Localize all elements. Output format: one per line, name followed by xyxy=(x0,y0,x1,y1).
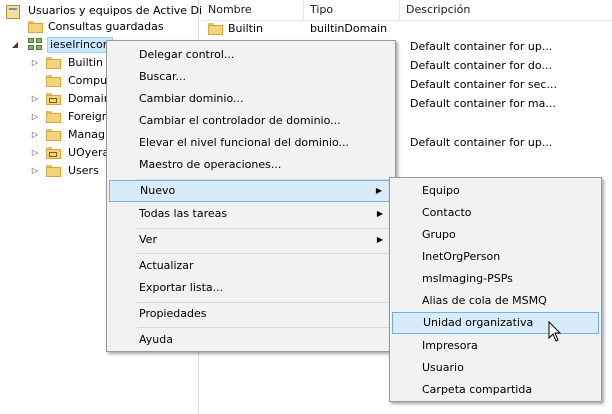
column-header-description[interactable]: Descripción xyxy=(400,0,608,20)
submenu-item-group[interactable]: Grupo xyxy=(392,224,599,246)
expand-arrow-icon[interactable]: ▷ xyxy=(30,108,40,126)
cell-description: Default container for do... xyxy=(410,59,552,72)
submenu-item-shared-folder[interactable]: Carpeta compartida xyxy=(392,379,599,401)
menu-separator xyxy=(137,327,391,328)
menu-item-help[interactable]: Ayuda xyxy=(109,329,393,351)
tree-item-label: Users xyxy=(68,164,99,177)
submenu-item-msmq-queue-alias[interactable]: Alias de cola de MSMQ xyxy=(392,290,599,312)
cell-description: Default container for up... xyxy=(410,136,553,149)
submenu-arrow-icon: ▶ xyxy=(375,186,382,195)
column-header-type[interactable]: Tipo xyxy=(304,0,400,20)
folder-icon xyxy=(46,165,61,177)
ou-folder-icon xyxy=(46,147,61,159)
console-root-icon xyxy=(6,5,20,19)
menu-item-all-tasks[interactable]: Todas las tareas ▶ xyxy=(109,203,393,225)
tree-item-label: ieselrincon xyxy=(47,37,113,53)
folder-icon xyxy=(208,23,223,35)
cell-description: Default container for sec... xyxy=(410,78,557,91)
menu-item-view[interactable]: Ver ▶ xyxy=(109,229,393,251)
submenu-item-inetorgperson[interactable]: InetOrgPerson xyxy=(392,246,599,268)
menu-item-label: Todas las tareas xyxy=(139,207,228,220)
menu-item-label: Nuevo xyxy=(140,184,176,197)
menu-item-raise-functional-level[interactable]: Elevar el nivel funcional del dominio... xyxy=(109,132,393,154)
tree-item-label: UOyera xyxy=(68,146,110,159)
expand-arrow-icon[interactable]: ▷ xyxy=(30,144,40,162)
submenu-item-user[interactable]: Usuario xyxy=(392,357,599,379)
submenu-arrow-icon: ▶ xyxy=(376,209,383,218)
submenu-arrow-icon: ▶ xyxy=(376,235,383,244)
tree-item-label: Manag xyxy=(68,128,105,141)
domain-icon xyxy=(28,38,43,52)
cell-description: Default container for ma... xyxy=(410,97,556,110)
submenu-item-organizational-unit[interactable]: Unidad organizativa xyxy=(392,312,599,334)
cell-name: Builtin xyxy=(228,22,263,35)
column-header-name[interactable]: Nombre xyxy=(202,0,304,20)
menu-item-delegate-control[interactable]: Delegar control... xyxy=(109,44,393,66)
menu-item-find[interactable]: Buscar... xyxy=(109,66,393,88)
folder-icon xyxy=(46,75,61,87)
folder-icon xyxy=(46,111,61,123)
menu-item-new[interactable]: Nuevo ▶ xyxy=(109,180,393,202)
submenu-item-contact[interactable]: Contacto xyxy=(392,202,599,224)
menu-item-properties[interactable]: Propiedades xyxy=(109,303,393,325)
expand-arrow-icon[interactable]: ▷ xyxy=(30,126,40,144)
cell-type: builtinDomain xyxy=(310,22,388,35)
submenu-item-printer[interactable]: Impresora xyxy=(392,335,599,357)
collapse-arrow-icon[interactable]: ◢ xyxy=(10,36,20,54)
new-submenu: Equipo Contacto Grupo InetOrgPerson msIm… xyxy=(389,177,602,402)
tree-item-label: Domain xyxy=(68,92,111,105)
expand-arrow-icon[interactable]: ▷ xyxy=(30,162,40,180)
list-header: Nombre Tipo Descripción xyxy=(202,0,612,21)
submenu-item-computer[interactable]: Equipo xyxy=(392,180,599,202)
tree-item-label: Consultas guardadas xyxy=(48,20,164,33)
expand-arrow-icon[interactable]: ▷ xyxy=(30,90,40,108)
ou-folder-icon xyxy=(46,93,61,105)
tree-item-label: Builtin xyxy=(68,56,103,69)
cell-description: Default container for up... xyxy=(410,40,553,53)
menu-item-change-domain-controller[interactable]: Cambiar el controlador de dominio... xyxy=(109,110,393,132)
folder-icon xyxy=(46,57,61,69)
mouse-pointer-icon xyxy=(548,321,562,342)
table-row[interactable]: Builtin builtinDomain xyxy=(202,20,612,38)
folder-icon xyxy=(28,21,43,33)
menu-item-refresh[interactable]: Actualizar xyxy=(109,255,393,277)
context-menu: Delegar control... Buscar... Cambiar dom… xyxy=(106,40,396,352)
menu-item-operations-masters[interactable]: Maestro de operaciones... xyxy=(109,154,393,176)
submenu-item-msimaging-psps[interactable]: msImaging-PSPs xyxy=(392,268,599,290)
menu-item-label: Ver xyxy=(139,233,157,246)
tree-item-saved-queries[interactable]: Consultas guardadas xyxy=(4,18,198,36)
folder-icon xyxy=(46,129,61,141)
tree-item-label: Compu xyxy=(68,74,108,87)
menu-item-export-list[interactable]: Exportar lista... xyxy=(109,277,393,299)
menu-separator xyxy=(137,253,391,254)
menu-item-change-domain[interactable]: Cambiar dominio... xyxy=(109,88,393,110)
expand-arrow-icon[interactable]: ▷ xyxy=(30,54,40,72)
tree-item-label: Foreign xyxy=(68,110,109,123)
